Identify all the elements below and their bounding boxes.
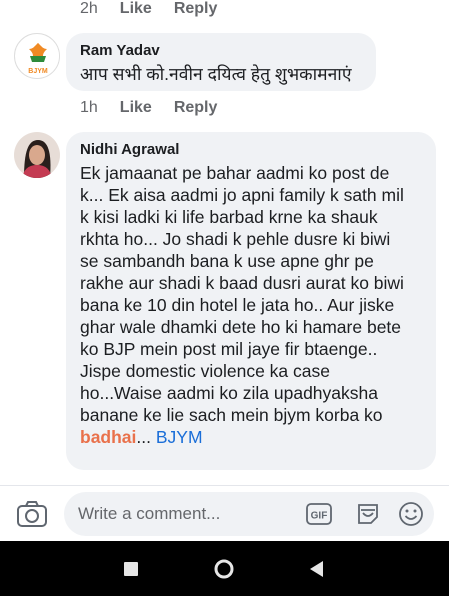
comment-author[interactable]: Ram Yadav: [80, 41, 364, 61]
comment-line: Jispe domestic violence ka case: [80, 361, 330, 381]
comment-text: Ek jamaanat pe bahar aadmi ko post de k.…: [80, 162, 424, 448]
emoji-icon[interactable]: [398, 501, 424, 527]
avatar[interactable]: BJYM: [14, 33, 60, 79]
comment-line: se sambandh bana k use apne ghr pe: [80, 251, 374, 271]
svg-text:BJYM: BJYM: [28, 68, 48, 75]
reply-button[interactable]: Reply: [174, 99, 218, 117]
like-button[interactable]: Like: [120, 0, 152, 18]
comment-composer: Write a comment... GIF: [0, 485, 449, 541]
home-icon[interactable]: [214, 559, 234, 584]
comment-line: badhai... BJYM: [80, 426, 424, 448]
comment-line: bana ke 10 din hotel le jata ho.. Aur ji…: [80, 295, 395, 315]
reply-button[interactable]: Reply: [174, 0, 218, 18]
comment-line: ho...Waise aadmi ko zila upadhyaksha: [80, 383, 378, 403]
recents-icon[interactable]: [124, 562, 138, 581]
back-icon[interactable]: [310, 561, 324, 582]
comment-bubble: Ram Yadav आप सभी को.नवीन दयित्व हेतु शुभ…: [66, 33, 376, 91]
comment-line: banane ke lie sach mein bjym korba ko: [80, 405, 383, 425]
ellipsis: ...: [136, 427, 156, 447]
comment-input[interactable]: Write a comment... GIF: [64, 492, 434, 536]
tagged-page-link[interactable]: BJYM: [156, 427, 203, 447]
comment-time: 2h: [80, 0, 98, 17]
avatar[interactable]: [14, 132, 60, 178]
like-button[interactable]: Like: [120, 99, 152, 117]
comment-line: rakhe aur shadi k baad dusri aurat ko bi…: [80, 273, 404, 293]
sticker-icon[interactable]: [355, 501, 381, 527]
comment-author[interactable]: Nidhi Agrawal: [80, 140, 424, 160]
comment-actions: 1h Like Reply: [80, 99, 217, 117]
svg-text:GIF: GIF: [311, 511, 328, 522]
comment-line: ghar wale dhamki dete ho ki hamare bete: [80, 317, 402, 337]
gif-icon[interactable]: GIF: [306, 501, 332, 527]
bjym-logo-icon: BJYM: [16, 35, 59, 78]
comment-bubble: Nidhi Agrawal Ek jamaanat pe bahar aadmi…: [66, 132, 436, 470]
comment-line: rkhta ho... Jo shadi k pehle dusre ki bi…: [80, 229, 391, 249]
comment-line: ko BJP mein post mil jaye fir btaenge..: [80, 339, 378, 359]
comment-text: आप सभी को.नवीन दयित्व हेतु शुभकामनाएं: [80, 64, 352, 84]
top-comment-actions: 2h Like Reply: [80, 0, 217, 18]
comment-line: k kisi ladki ki life barbad krne ka shau…: [80, 207, 378, 227]
highlighted-word: badhai: [80, 427, 137, 447]
comment-time: 1h: [80, 99, 98, 116]
profile-photo-icon: [14, 132, 60, 178]
camera-icon[interactable]: [16, 500, 48, 528]
comment-input-placeholder: Write a comment...: [78, 504, 221, 523]
comment-line: Ek jamaanat pe bahar aadmi ko post de: [80, 163, 390, 183]
system-navigation-bar: [0, 541, 449, 596]
comment-line: k... Ek aisa aadmi jo apni family k sath…: [80, 185, 404, 205]
